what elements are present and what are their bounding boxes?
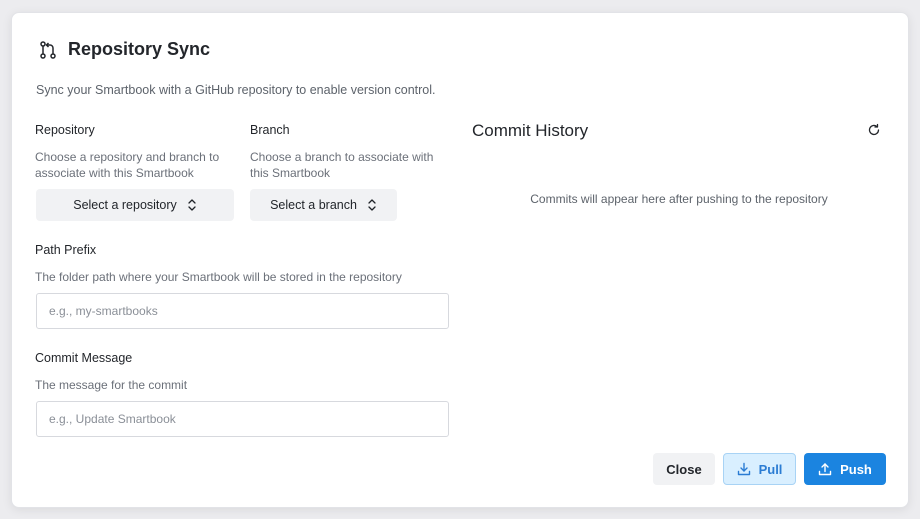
commit-history-title: Commit History: [472, 121, 589, 140]
git-pull-request-icon: [40, 40, 56, 59]
commit-message-help: The message for the commit: [35, 378, 188, 392]
branch-label: Branch: [250, 123, 290, 137]
commit-message-input[interactable]: [36, 401, 449, 437]
branch-help: Choose a branch to associate with this S…: [250, 150, 434, 180]
commit-message-label: Commit Message: [35, 351, 133, 365]
close-button-label: Close: [666, 461, 702, 477]
upload-icon: [818, 463, 832, 476]
repository-label: Repository: [35, 123, 95, 137]
repository-help: Choose a repository and branch to associ…: [35, 150, 220, 180]
push-button-label: Push: [840, 461, 872, 477]
download-icon: [737, 462, 750, 476]
dialog-description: Sync your Smartbook with a GitHub reposi…: [36, 83, 436, 97]
dialog-header: Repository Sync: [38, 39, 210, 60]
commit-history-empty: Commits will appear here after pushing t…: [530, 192, 828, 206]
dialog-title: Repository Sync: [68, 39, 211, 59]
repository-select-label: Select a repository: [73, 198, 177, 212]
push-button[interactable]: Push: [804, 453, 886, 485]
close-button[interactable]: Close: [653, 453, 715, 485]
branch-select-label: Select a branch: [270, 198, 357, 212]
path-prefix-help: The folder path where your Smartbook wil…: [35, 270, 402, 284]
pull-button[interactable]: Pull: [723, 453, 796, 485]
chevron-up-down-icon: [368, 199, 376, 211]
path-prefix-input[interactable]: [36, 293, 449, 329]
repository-sync-dialog: Repository Sync Sync your Smartbook with…: [11, 12, 909, 508]
path-prefix-label: Path Prefix: [35, 243, 97, 257]
pull-button-label: Pull: [758, 461, 783, 477]
refresh-icon[interactable]: [867, 123, 881, 137]
chevron-up-down-icon: [188, 199, 196, 211]
branch-select[interactable]: Select a branch: [250, 189, 397, 221]
repository-select[interactable]: Select a repository: [36, 189, 234, 221]
